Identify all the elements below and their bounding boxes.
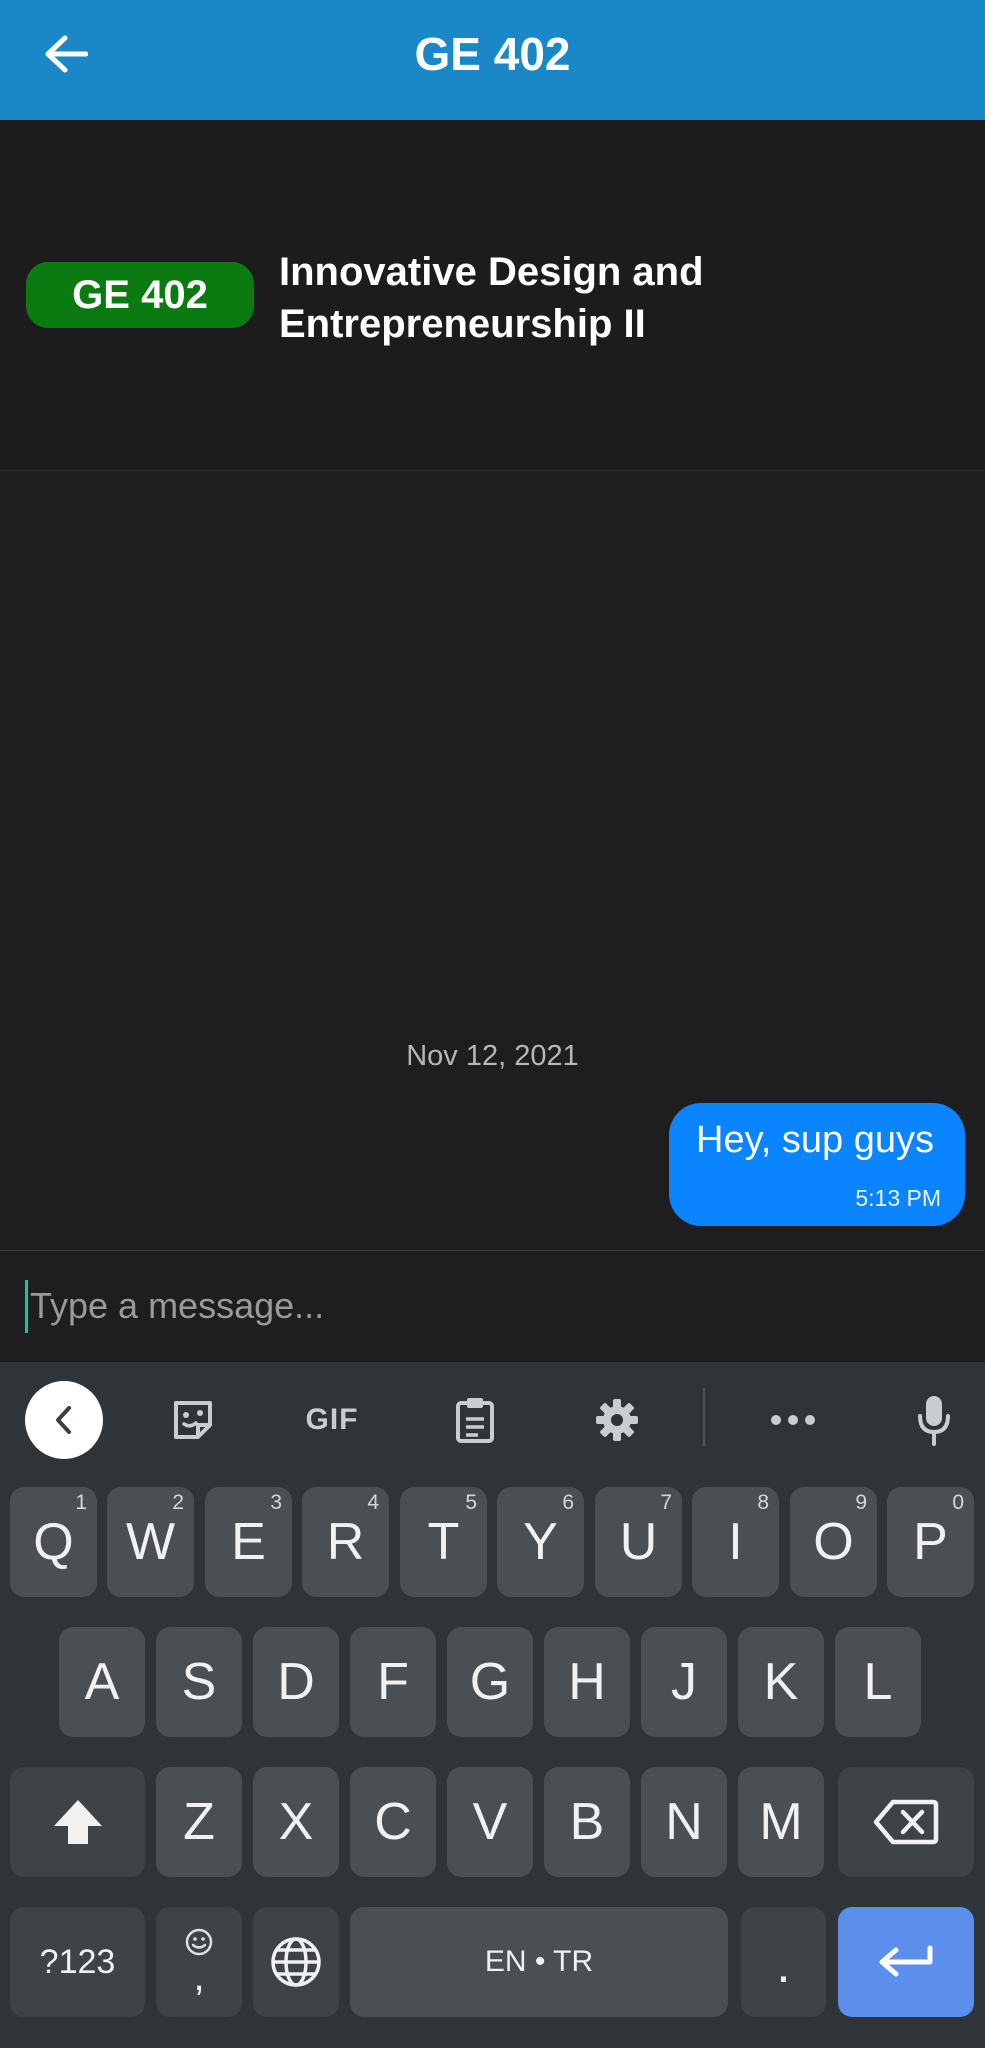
key-j[interactable]: J xyxy=(641,1627,727,1737)
key-hint: 1 xyxy=(75,1491,87,1514)
language-key[interactable] xyxy=(253,1907,339,2017)
key-label: I xyxy=(728,1513,743,1571)
key-hint: 9 xyxy=(855,1491,867,1514)
key-d[interactable]: D xyxy=(253,1627,339,1737)
key-hint: 7 xyxy=(660,1491,672,1514)
clipboard-icon xyxy=(456,1398,494,1443)
key-z[interactable]: Z xyxy=(156,1767,242,1877)
course-code-badge: GE 402 xyxy=(26,262,254,328)
message-composer xyxy=(0,1250,985,1363)
symbols-key[interactable]: ?123 xyxy=(10,1907,145,2017)
clipboard-button[interactable] xyxy=(436,1381,514,1459)
app-bar: GE 402 xyxy=(0,0,985,120)
key-e[interactable]: E3 xyxy=(205,1487,292,1597)
key-s[interactable]: S xyxy=(156,1627,242,1737)
gear-icon xyxy=(596,1399,638,1441)
key-w[interactable]: W2 xyxy=(107,1487,194,1597)
key-label: O xyxy=(813,1513,854,1571)
page-title: GE 402 xyxy=(414,28,571,80)
key-v[interactable]: V xyxy=(447,1767,533,1877)
key-r[interactable]: R4 xyxy=(302,1487,389,1597)
key-f[interactable]: F xyxy=(350,1627,436,1737)
gif-button[interactable]: GIF xyxy=(293,1381,371,1459)
text-cursor xyxy=(25,1280,28,1333)
key-x[interactable]: X xyxy=(253,1767,339,1877)
key-hint: 8 xyxy=(757,1491,769,1514)
microphone-icon xyxy=(918,1396,950,1446)
settings-button[interactable] xyxy=(578,1381,656,1459)
key-hint: 0 xyxy=(952,1491,964,1514)
key-c[interactable]: C xyxy=(350,1767,436,1877)
chevron-left-icon xyxy=(56,1406,71,1434)
soft-keyboard: G I F Q 1 W 2 E 3 R 4 T 5 Y 6 U 7 I 8 O 9 … xyxy=(0,1362,985,2048)
key-hint: 4 xyxy=(367,1491,379,1514)
comma-key[interactable]: , xyxy=(156,1907,242,2017)
key-label: U xyxy=(619,1513,658,1571)
more-options-button[interactable] xyxy=(754,1381,832,1459)
voice-input-button[interactable] xyxy=(895,1381,973,1459)
key-u[interactable]: U7 xyxy=(595,1487,682,1597)
shift-icon xyxy=(53,1800,102,1844)
key-label: T xyxy=(427,1513,460,1571)
key-q[interactable]: Q1 xyxy=(10,1487,97,1597)
space-bar[interactable]: EN • TR xyxy=(350,1907,728,2017)
toolbar-divider xyxy=(703,1388,705,1446)
key-hint: 3 xyxy=(270,1491,282,1514)
backspace-key[interactable] xyxy=(838,1767,974,1877)
globe-icon xyxy=(271,1937,321,1987)
keyboard-collapse-button[interactable] xyxy=(25,1381,103,1459)
course-title-line-1: Innovative Design and xyxy=(279,250,704,294)
key-hint: 2 xyxy=(172,1491,184,1514)
key-l[interactable]: L xyxy=(835,1627,921,1737)
key-label: E xyxy=(231,1513,266,1571)
key-label: R xyxy=(326,1513,365,1571)
course-title-line-2: Entrepreneurship II xyxy=(279,302,646,346)
enter-icon xyxy=(879,1945,933,1977)
backspace-icon xyxy=(873,1799,939,1845)
key-i[interactable]: I8 xyxy=(692,1487,779,1597)
key-p[interactable]: P0 xyxy=(887,1487,974,1597)
enter-key[interactable] xyxy=(838,1907,974,2017)
date-separator: Nov 12, 2021 xyxy=(406,1040,579,1072)
key-label: Q xyxy=(33,1513,74,1571)
message-timestamp: 5:13 PM xyxy=(855,1185,941,1211)
gif-icon: GIF xyxy=(305,1403,359,1436)
course-title: Innovative Design and Entrepreneurship I… xyxy=(279,246,959,350)
key-a[interactable]: A xyxy=(59,1627,145,1737)
key-y[interactable]: Y6 xyxy=(497,1487,584,1597)
sticker-button[interactable] xyxy=(154,1381,232,1459)
shift-key[interactable] xyxy=(10,1767,145,1877)
period-key[interactable]: . xyxy=(741,1907,826,2017)
more-icon xyxy=(771,1415,815,1425)
key-hint: 5 xyxy=(465,1491,477,1514)
key-hint: 6 xyxy=(562,1491,574,1514)
keyboard-toolbar: GIF xyxy=(0,1362,985,1472)
message-input[interactable] xyxy=(30,1273,950,1339)
emoji-icon xyxy=(185,1928,213,1956)
comma-label: , xyxy=(193,1955,205,1999)
key-n[interactable]: N xyxy=(641,1767,727,1877)
key-h[interactable]: H xyxy=(544,1627,630,1737)
message-bubble-outgoing[interactable]: Hey, sup guys 5:13 PM xyxy=(669,1103,965,1226)
key-label: Y xyxy=(523,1513,558,1571)
key-o[interactable]: O9 xyxy=(790,1487,877,1597)
key-m[interactable]: M xyxy=(738,1767,824,1877)
key-k[interactable]: K xyxy=(738,1627,824,1737)
key-label: P xyxy=(913,1513,948,1571)
key-b[interactable]: B xyxy=(544,1767,630,1877)
key-t[interactable]: T5 xyxy=(400,1487,487,1597)
sticker-icon xyxy=(174,1401,212,1439)
message-text: Hey, sup guys xyxy=(696,1119,934,1161)
key-label: W xyxy=(125,1513,176,1571)
key-g[interactable]: G xyxy=(447,1627,533,1737)
